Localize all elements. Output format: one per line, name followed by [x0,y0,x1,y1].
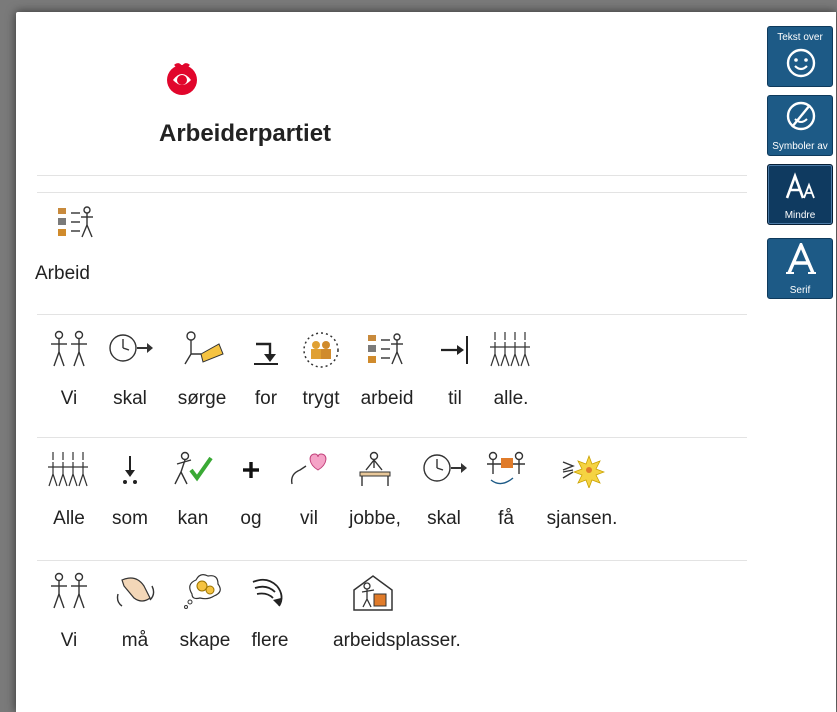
work-desk-icon [359,451,391,486]
create-idea-icon [184,574,221,609]
to-arrow-icon [441,336,468,364]
divider [37,560,747,561]
word-label: må [121,630,149,651]
all-people-icon [490,332,530,367]
future-clock-icon [423,454,467,482]
word-sjansen: sjansen. [542,450,622,529]
button-label: Mindre [784,210,816,221]
word-label: Arbeid [35,263,90,284]
word-arbeidsplasser: arbeidsplasser. [333,572,461,651]
button-label: Serif [789,285,811,296]
must-hand-icon [116,577,155,607]
we-symbol-icon [51,330,87,367]
page-title: Arbeiderpartiet [159,120,332,147]
ensure-symbol-icon [184,331,224,365]
get-symbol-icon [487,451,525,485]
smiley-icon [786,48,816,78]
rose-logo-icon [167,63,197,95]
word-flere: flere [230,572,310,651]
work-symbol-icon [368,333,403,365]
word-label: få [498,508,514,529]
serif-font-icon [786,243,816,274]
work-symbol-icon [58,206,93,238]
safe-symbol-icon [303,332,339,368]
word-label: jobbe, [349,508,401,529]
word-arbeid: Arbeid [35,205,117,284]
word-label: sjansen. [546,508,618,529]
divider [37,175,747,176]
plus-icon [243,462,259,478]
word-label: flere [251,630,289,651]
word-ma: må [95,572,175,651]
button-label: Symboler av [772,141,828,152]
word-jobbe: jobbe, [335,450,415,529]
more-symbol-icon [252,578,283,607]
text-over-button[interactable]: Tekst over [767,26,833,87]
serif-font-button[interactable]: Serif [767,238,833,299]
can-check-icon [174,451,213,485]
divider [37,314,747,315]
divider [37,192,747,193]
content-page: Arbeiderpartiet Arbeid Vi skal sørge for… [16,12,836,712]
all-people-icon [48,452,88,487]
word-label: arbeidsplasser. [333,630,461,651]
word-skal: skal [90,330,170,409]
smaller-text-button[interactable]: Mindre [767,164,833,225]
workplace-icon [353,575,393,611]
word-alle: alle. [471,330,551,409]
smiley-off-icon [786,101,816,131]
want-heart-icon [290,453,327,485]
which-arrow-icon [123,456,137,484]
symbols-off-button[interactable]: Symboler av [767,95,833,156]
divider [37,437,747,438]
future-clock-icon [109,334,153,362]
text-size-icon [785,172,815,199]
chance-symbol-icon [562,454,605,488]
for-symbol-icon [254,342,278,365]
word-label: skal [113,388,147,409]
button-label: Tekst over [777,32,823,43]
word-label: alle. [493,388,529,409]
word-fa: få [466,450,546,529]
we-symbol-icon [51,572,87,609]
